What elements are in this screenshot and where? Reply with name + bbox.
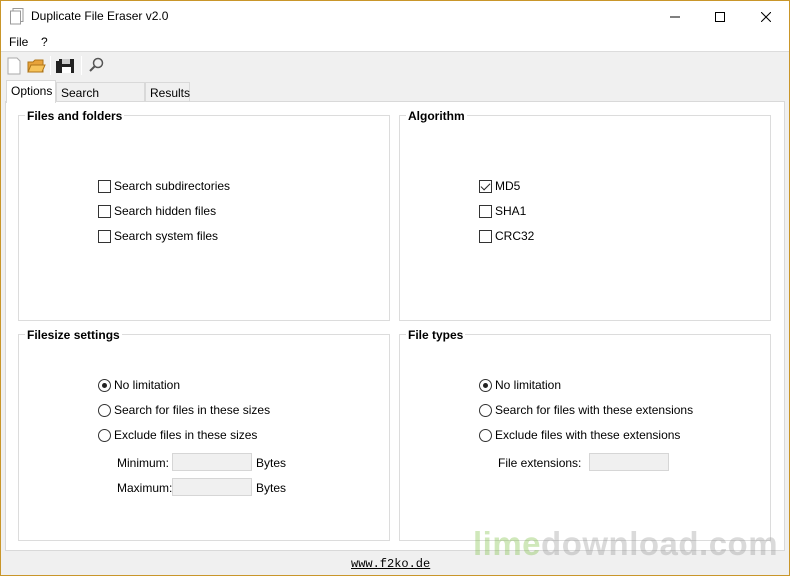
md5-checkbox[interactable]: MD5 xyxy=(479,178,520,194)
maximize-button[interactable] xyxy=(697,1,742,32)
sha1-checkbox[interactable]: SHA1 xyxy=(479,203,526,219)
search-button[interactable] xyxy=(86,55,108,77)
open-folder-icon xyxy=(27,59,46,73)
new-file-icon xyxy=(7,57,21,75)
app-window: Duplicate File Eraser v2.0 File ? Option… xyxy=(0,0,790,576)
new-button[interactable] xyxy=(3,55,25,77)
checkbox-box xyxy=(479,229,492,243)
minimize-button[interactable] xyxy=(652,1,697,32)
window-title: Duplicate File Eraser v2.0 xyxy=(31,9,169,23)
filesize-no-limitation-radio[interactable]: No limitation xyxy=(98,377,180,393)
toolbar-separator xyxy=(50,56,51,75)
radio-label: Exclude files with these extensions xyxy=(495,428,681,442)
checkbox-label: MD5 xyxy=(495,179,521,193)
files-and-folders-title: Files and folders xyxy=(25,109,125,123)
file-extensions-label: File extensions: xyxy=(498,456,582,470)
algorithm-group: Algorithm MD5 SHA1 CRC32 xyxy=(399,109,771,321)
save-button[interactable] xyxy=(56,55,78,77)
checkbox-label: Search subdirectories xyxy=(114,179,231,193)
search-hidden-files-checkbox[interactable]: Search hidden files xyxy=(98,203,216,219)
files-and-folders-group: Files and folders Search subdirectories … xyxy=(18,109,390,321)
checkbox-box xyxy=(98,229,111,243)
checkbox-label: Search hidden files xyxy=(114,204,217,218)
menu-bar: File ? xyxy=(1,32,789,52)
file-types-title: File types xyxy=(406,328,466,342)
radio-label: Search for files with these extensions xyxy=(495,403,694,417)
toolbar-separator xyxy=(81,56,82,75)
radio-circle xyxy=(479,378,492,392)
filesize-exclude-sizes-radio[interactable]: Exclude files in these sizes xyxy=(98,427,257,443)
maximum-unit-label: Bytes xyxy=(256,481,287,495)
watermark-rest: download.com xyxy=(541,525,779,562)
checkbox-label: SHA1 xyxy=(495,204,527,218)
filetypes-search-extensions-radio[interactable]: Search for files with these extensions xyxy=(479,402,693,418)
checkbox-box xyxy=(98,179,111,193)
radio-circle xyxy=(479,428,492,442)
menu-help[interactable]: ? xyxy=(41,35,48,49)
radio-label: Search for files in these sizes xyxy=(114,403,271,417)
minimum-unit-label: Bytes xyxy=(256,456,287,470)
maximize-icon xyxy=(714,11,725,22)
filetypes-exclude-extensions-radio[interactable]: Exclude files with these extensions xyxy=(479,427,680,443)
close-button[interactable] xyxy=(743,1,788,32)
open-button[interactable] xyxy=(25,55,47,77)
algorithm-title: Algorithm xyxy=(406,109,467,123)
radio-label: No limitation xyxy=(114,378,181,392)
filesize-search-sizes-radio[interactable]: Search for files in these sizes xyxy=(98,402,270,418)
crc32-checkbox[interactable]: CRC32 xyxy=(479,228,534,244)
filesize-settings-group: Filesize settings No limitation Search f… xyxy=(18,328,390,541)
tab-search-locations[interactable]: Search locations xyxy=(56,82,145,114)
minimum-label: Minimum: xyxy=(117,456,170,470)
tab-results[interactable]: Results xyxy=(145,82,190,103)
toolbar xyxy=(1,52,789,79)
save-icon xyxy=(56,59,74,73)
options-panel: Files and folders Search subdirectories … xyxy=(5,101,785,551)
filetypes-no-limitation-radio[interactable]: No limitation xyxy=(479,377,561,393)
checkbox-label: Search system files xyxy=(114,229,219,243)
menu-file[interactable]: File xyxy=(9,35,28,49)
maximum-label: Maximum: xyxy=(117,481,173,495)
close-icon xyxy=(760,11,771,22)
watermark-logo: limedownload.com xyxy=(473,525,778,563)
checkbox-label: CRC32 xyxy=(495,229,535,243)
watermark-lime: lime xyxy=(473,525,542,562)
radio-circle xyxy=(98,428,111,442)
app-icon xyxy=(10,8,24,25)
file-types-group: File types No limitation Search for file… xyxy=(399,328,771,541)
maximum-size-input[interactable] xyxy=(172,478,252,496)
filesize-settings-title: Filesize settings xyxy=(25,328,122,342)
radio-label: No limitation xyxy=(495,378,562,392)
radio-label: Exclude files in these sizes xyxy=(114,428,258,442)
title-bar: Duplicate File Eraser v2.0 xyxy=(1,1,789,32)
website-link[interactable]: www.f2ko.de xyxy=(351,557,430,571)
checkbox-box xyxy=(479,179,492,193)
search-icon xyxy=(89,57,104,72)
minimize-icon xyxy=(669,16,680,17)
checkbox-box xyxy=(98,204,111,218)
file-extensions-input[interactable] xyxy=(589,453,669,471)
tab-options[interactable]: Options xyxy=(6,80,56,103)
search-subdirectories-checkbox[interactable]: Search subdirectories xyxy=(98,178,230,194)
radio-circle xyxy=(98,403,111,417)
radio-circle xyxy=(98,378,111,392)
checkbox-box xyxy=(479,204,492,218)
minimum-size-input[interactable] xyxy=(172,453,252,471)
radio-circle xyxy=(479,403,492,417)
search-system-files-checkbox[interactable]: Search system files xyxy=(98,228,218,244)
